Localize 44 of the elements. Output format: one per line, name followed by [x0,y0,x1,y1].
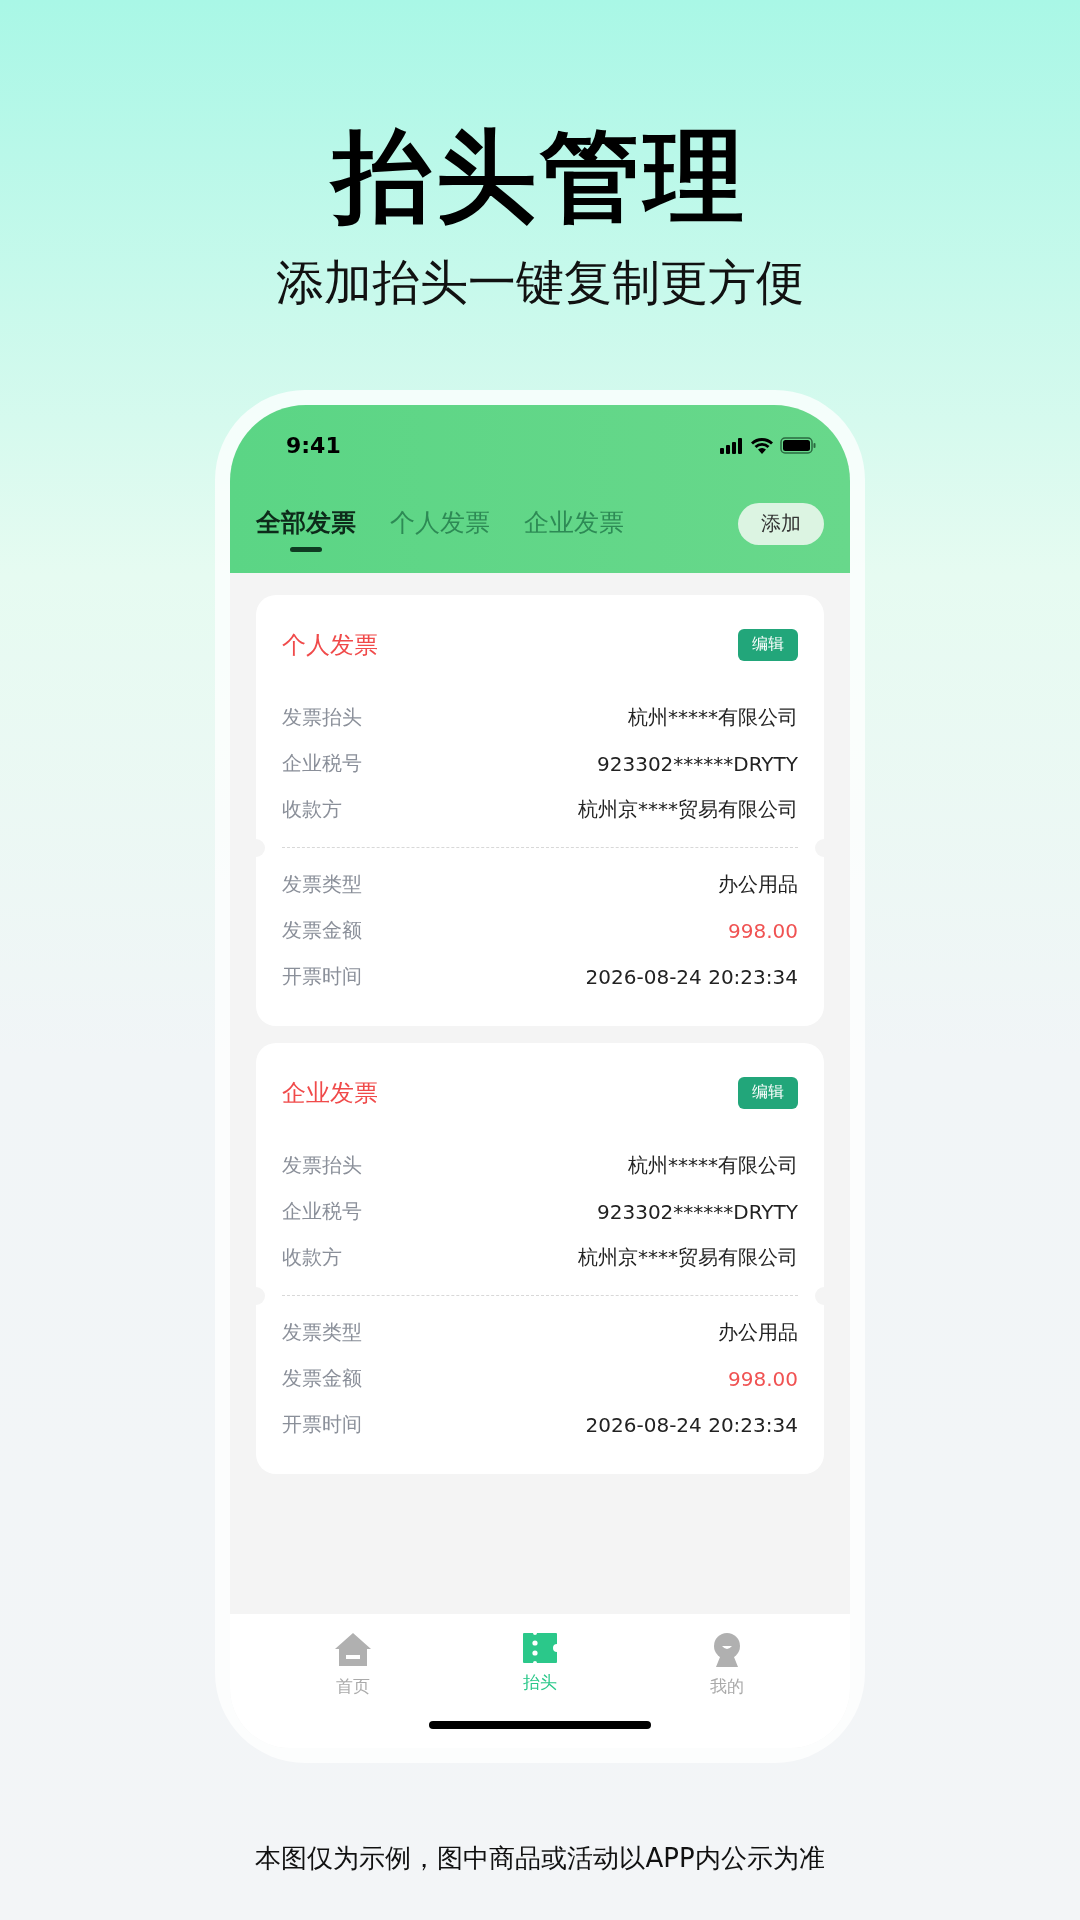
field-value: 办公用品 [718,1319,798,1347]
field-value: 2026-08-24 20:23:34 [585,1412,798,1437]
signal-icon [720,437,744,454]
amount-value: 998.00 [728,918,798,943]
tab[interactable]: 企业发票 [524,506,624,540]
field-label: 企业税号 [282,750,362,778]
field-value: 杭州京****贸易有限公司 [578,1244,798,1272]
subtitle: 添加抬头一键复制更方便 [276,254,804,312]
field-label: 发票抬头 [282,704,362,732]
field-label: 发票金额 [282,917,362,945]
card-title: 个人发票 [282,629,378,661]
field-value: 923302******DRYTY [597,751,798,776]
tab[interactable]: 个人发票 [390,506,490,540]
field-value: 杭州京****贸易有限公司 [578,796,798,824]
battery-icon [780,437,816,455]
ticket-icon [523,1632,557,1663]
card-title: 企业发票 [282,1077,378,1109]
field-value: 杭州*****有限公司 [628,704,798,732]
field-value: 杭州*****有限公司 [628,1152,798,1180]
field-value: 办公用品 [718,871,798,899]
field-label: 开票时间 [282,1411,362,1439]
field-label: 发票类型 [282,871,362,899]
field-label: 企业税号 [282,1198,362,1226]
edit-button[interactable]: 编辑 [738,1076,798,1109]
add-button[interactable]: 添加 [738,502,824,545]
nav-item[interactable]: 抬头 [480,1631,600,1699]
nav-item[interactable]: 首页 [293,1631,414,1699]
field-label: 发票金额 [282,1365,362,1393]
field-label: 收款方 [282,1244,342,1272]
status-time: 9:41 [286,433,341,459]
profile-icon [711,1632,742,1667]
wifi-icon [750,437,774,455]
field-label: 开票时间 [282,963,362,991]
tab[interactable]: 全部发票 [256,506,356,553]
home-icon [335,1632,372,1667]
disclaimer: 本图仅为示例，图中商品或活动以APP内公示为准 [255,1842,825,1875]
edit-button[interactable]: 编辑 [738,628,798,661]
field-label: 发票类型 [282,1319,362,1347]
field-value: 923302******DRYTY [597,1199,798,1224]
field-label: 收款方 [282,796,342,824]
field-value: 2026-08-24 20:23:34 [585,964,798,989]
nav-item[interactable]: 我的 [666,1631,787,1699]
amount-value: 998.00 [728,1366,798,1391]
field-label: 发票抬头 [282,1152,362,1180]
